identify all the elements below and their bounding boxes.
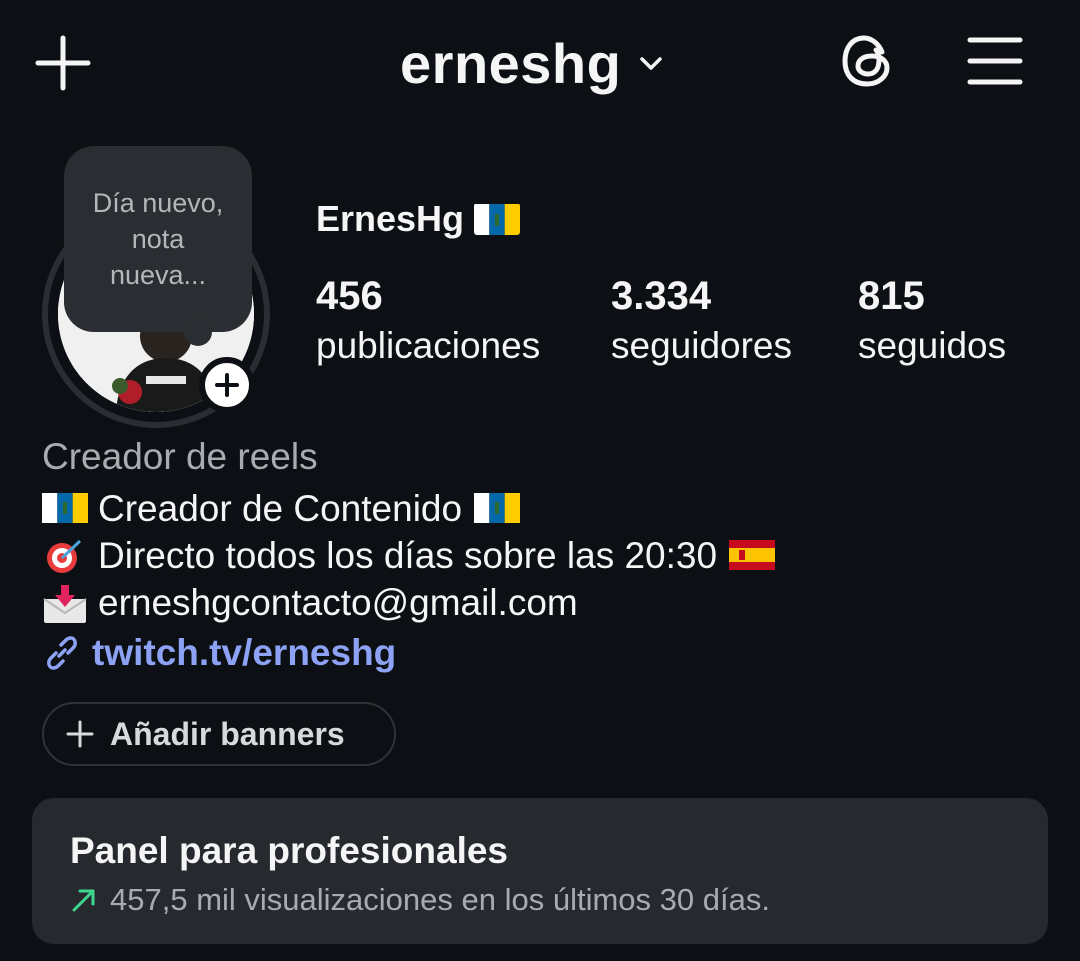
bio-text: Creador de Contenido <box>98 488 463 529</box>
threads-button[interactable] <box>838 30 898 92</box>
stat-value: 3.334 <box>611 274 712 318</box>
profile-category: Creador de reels <box>42 436 318 477</box>
bio-link[interactable]: twitch.tv/erneshg <box>42 632 396 674</box>
stat-posts[interactable]: 456 publicaciones <box>316 272 540 372</box>
stat-value: 456 <box>316 274 383 318</box>
threads-icon <box>842 35 890 87</box>
direct-hit-target-icon <box>42 538 88 574</box>
canary-islands-flag-icon <box>474 491 521 527</box>
display-name-text: ErnesHg <box>316 198 465 239</box>
link-text: twitch.tv/erneshg <box>92 632 397 673</box>
stat-following[interactable]: 815 seguidos <box>858 272 1006 372</box>
top-bar: erneshg <box>0 0 1080 130</box>
display-name: ErnesHg <box>316 198 521 240</box>
bio-line: Directo todos los días sobre las 20:30 <box>42 535 776 577</box>
hamburger-menu-icon <box>967 37 1023 85</box>
account-switcher[interactable]: erneshg <box>400 28 665 98</box>
username: erneshg <box>400 31 622 95</box>
link-icon <box>47 636 77 670</box>
bio-text: Directo todos los días sobre las 20:30 <box>98 535 718 576</box>
add-story-button[interactable] <box>199 357 255 413</box>
stat-label: publicaciones <box>316 325 541 366</box>
canary-islands-flag-icon <box>42 491 88 527</box>
dashboard-stats-text: 457,5 mil visualizaciones en los últimos… <box>110 882 770 917</box>
stat-followers[interactable]: 3.334 seguidores <box>611 272 792 372</box>
plus-icon <box>215 373 239 397</box>
add-banners-button[interactable]: Añadir banners <box>42 702 396 766</box>
stat-label: seguidos <box>858 325 1007 366</box>
bio-line: Creador de Contenido <box>42 488 521 530</box>
chevron-down-icon <box>640 57 663 70</box>
trend-up-arrow-icon <box>72 889 95 912</box>
bio-line: erneshgcontacto@gmail.com <box>42 582 578 624</box>
note-bubble-tail <box>184 318 212 346</box>
dashboard-title: Panel para profesionales <box>70 830 509 871</box>
add-banners-label: Añadir banners <box>110 715 345 752</box>
professional-dashboard[interactable]: Panel para profesionales 457,5 mil visua… <box>32 798 1048 944</box>
stat-value: 815 <box>858 274 925 318</box>
create-button[interactable] <box>34 34 92 92</box>
plus-icon <box>66 720 94 748</box>
note-bubble[interactable]: Día nuevo, nota nueva... <box>64 146 252 332</box>
canary-islands-flag-icon <box>474 203 521 235</box>
contact-email: erneshgcontacto@gmail.com <box>98 582 578 623</box>
envelope-with-arrow-icon <box>42 585 88 623</box>
note-text: Día nuevo, nota nueva... <box>92 188 224 290</box>
dashboard-stats: 457,5 mil visualizaciones en los últimos… <box>70 882 770 918</box>
spain-flag-icon <box>729 538 776 574</box>
menu-button[interactable] <box>966 34 1024 88</box>
stat-label: seguidores <box>611 325 793 366</box>
plus-icon <box>35 35 91 91</box>
